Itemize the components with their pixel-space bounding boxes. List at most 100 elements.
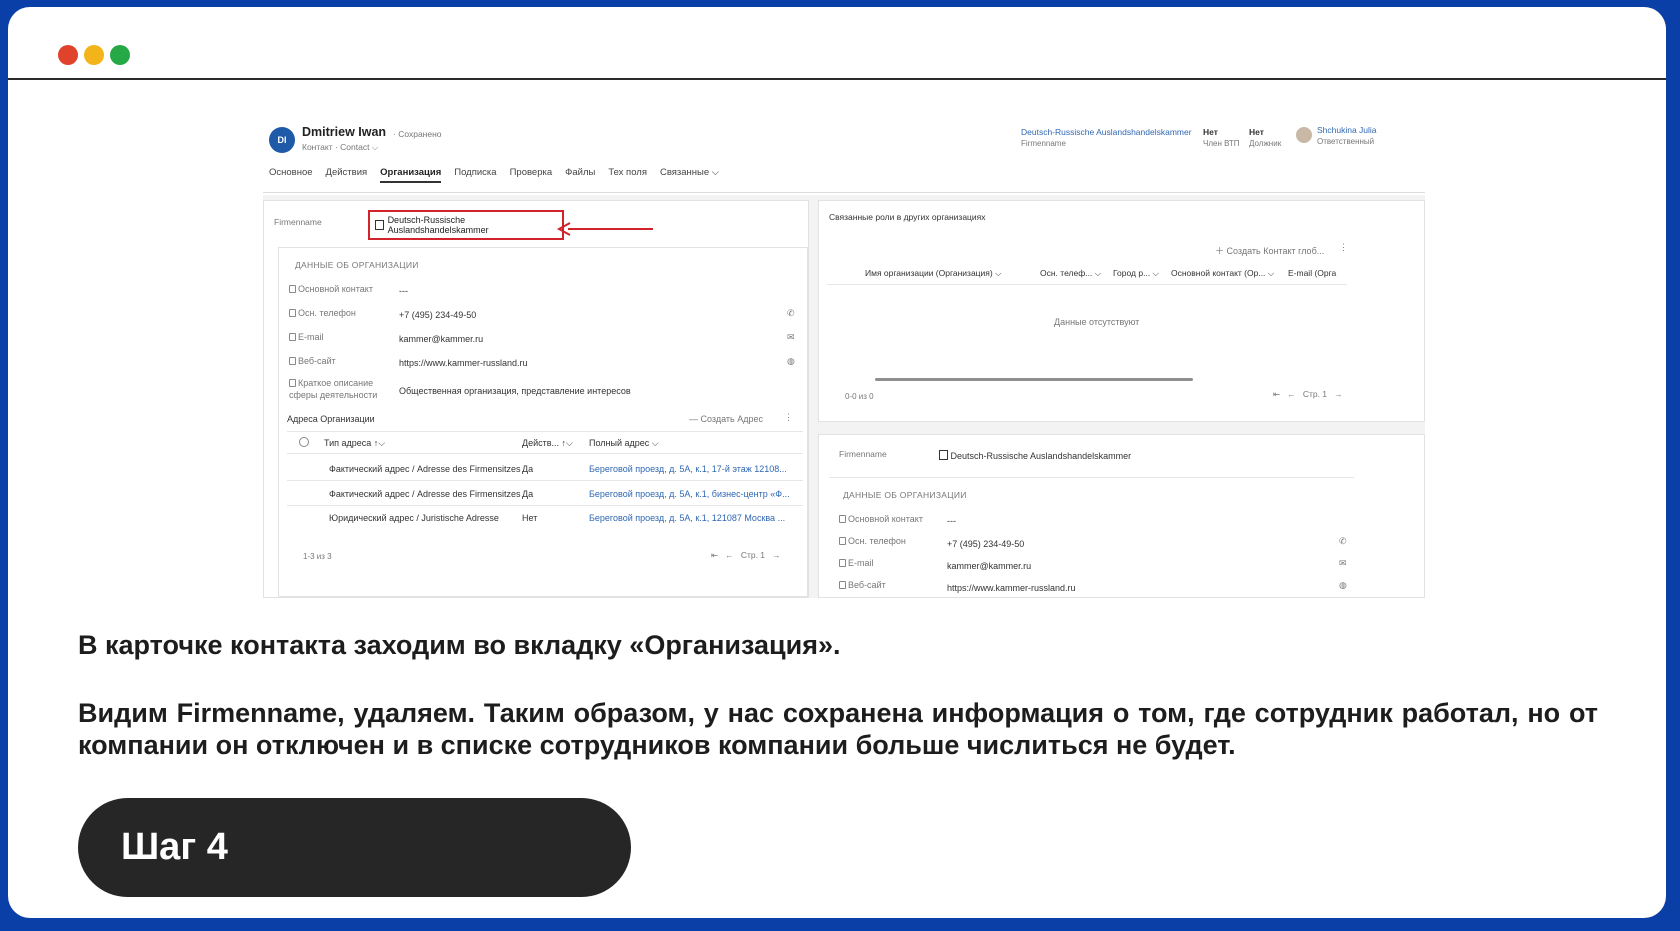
record-count: 0-0 из 0 (845, 392, 874, 401)
col-header-email[interactable]: E-mail (Орга (1288, 268, 1338, 278)
col-header-active[interactable]: Действ... ↑⌵ (522, 438, 573, 449)
row1-address[interactable]: Береговой проезд, д. 5А, к.1, 17-й этаж … (589, 464, 787, 474)
org-section-title: ДАННЫЕ ОБ ОРГАНИЗАЦИИ (843, 490, 967, 500)
pagination: ⇤ ← Стр. 1 → (711, 550, 781, 561)
lock-icon (289, 379, 296, 387)
divider (287, 453, 803, 454)
divider (827, 284, 1347, 285)
instruction-line-1: В карточке контакта заходим во вкладку «… (78, 630, 841, 660)
tab-main[interactable]: Основное (269, 167, 313, 183)
tab-tech-fields[interactable]: Тех поля (608, 167, 647, 183)
divider (287, 505, 803, 506)
tab-subscription[interactable]: Подписка (454, 167, 496, 183)
owner-name-link[interactable]: Shchukina Julia (1317, 125, 1377, 135)
create-address-button[interactable]: — Создать Адрес (689, 414, 763, 424)
tab-files[interactable]: Файлы (565, 167, 595, 183)
field-value-main-contact[interactable]: --- (947, 516, 956, 526)
field-value-phone[interactable]: +7 (495) 234-49-50 (399, 310, 476, 320)
divider (287, 431, 803, 432)
col-header-address[interactable]: Полный адрес ⌵ (589, 438, 659, 449)
prev-page-icon[interactable]: ← (725, 550, 734, 560)
next-page-icon[interactable]: → (1334, 389, 1343, 399)
firmenname-value: Deutsch-Russische Auslandshandelskammer (387, 215, 489, 235)
horizontal-scrollbar[interactable] (875, 378, 1193, 381)
mail-icon[interactable]: ✉ (1339, 558, 1347, 569)
tab-organization[interactable]: Организация (380, 167, 442, 183)
firmenname-lookup[interactable]: Deutsch-Russische Auslandshandelskammer (368, 210, 564, 240)
firmenname-label: Firmenname (839, 449, 887, 459)
member-label: Член ВТП (1203, 139, 1240, 148)
tab-actions[interactable]: Действия (326, 167, 368, 183)
field-label-email: E-mail (839, 558, 874, 568)
maximize-dot[interactable] (110, 45, 130, 65)
lock-icon (289, 309, 296, 317)
phone-icon[interactable]: ✆ (1339, 536, 1347, 547)
row2-address[interactable]: Береговой проезд, д. 5А, к.1, бизнес-цен… (589, 489, 790, 499)
field-label-website: Веб-сайт (289, 356, 336, 366)
field-value-website[interactable]: https://www.kammer-russland.ru (947, 583, 1076, 593)
close-dot[interactable] (58, 45, 78, 65)
more-icon[interactable]: ⋮ (1339, 242, 1348, 253)
field-label-main-contact: Основной контакт (839, 514, 923, 524)
field-value-description[interactable]: Общественная организация, представление … (399, 386, 631, 396)
entity-type[interactable]: Контакт · Contact ⌵ (302, 142, 378, 153)
window-controls (58, 45, 130, 65)
row3-type: Юридический адрес / Juristische Adresse (329, 513, 499, 523)
field-value-website[interactable]: https://www.kammer-russland.ru (399, 358, 528, 368)
member-value: Нет (1203, 127, 1218, 137)
lock-icon (289, 333, 296, 341)
owner-label: Ответственный (1317, 137, 1375, 146)
field-value-email[interactable]: kammer@kammer.ru (947, 561, 1031, 571)
col-header-main-contact[interactable]: Основной контакт (Ор... ⌵ (1171, 268, 1274, 279)
mail-icon[interactable]: ✉ (787, 332, 795, 343)
field-label-website: Веб-сайт (839, 580, 886, 590)
phone-icon[interactable]: ✆ (787, 308, 795, 319)
minimize-dot[interactable] (84, 45, 104, 65)
more-icon[interactable]: ⋮ (784, 412, 793, 423)
header-company-link[interactable]: Deutsch-Russische Auslandshandelskammer (1021, 127, 1192, 137)
create-contact-button[interactable]: ＋ Создать Контакт глоб... (1215, 244, 1324, 257)
row2-type: Фактический адрес / Adresse des Firmensi… (329, 489, 521, 499)
firmenname-lookup[interactable]: Deutsch-Russische Auslandshandelskammer (939, 450, 1131, 461)
red-arrow-annotation (556, 222, 653, 236)
avatar: DI (269, 127, 295, 153)
col-header-org-name[interactable]: Имя организации (Организация) ⌵ (865, 268, 1002, 279)
owner-avatar (1296, 127, 1312, 143)
related-roles-panel: Связанные роли в других организациях ＋ С… (818, 200, 1425, 422)
tab-check[interactable]: Проверка (510, 167, 553, 183)
col-header-phone[interactable]: Осн. телеф... ⌵ (1040, 268, 1101, 279)
field-value-main-contact[interactable]: --- (399, 286, 408, 296)
field-value-phone[interactable]: +7 (495) 234-49-50 (947, 539, 1024, 549)
lock-icon (289, 285, 296, 293)
field-label-main-contact: Основной контакт (289, 284, 373, 294)
globe-icon[interactable]: ◍ (1339, 580, 1347, 591)
right-org-panel: Firmenname Deutsch-Russische Auslandshan… (818, 434, 1425, 598)
divider (287, 480, 803, 481)
pagination: ⇤ ← Стр. 1 → (1273, 389, 1343, 400)
divider (829, 477, 1354, 478)
tab-bar: Основное Действия Организация Подписка П… (269, 167, 719, 183)
field-value-email[interactable]: kammer@kammer.ru (399, 334, 483, 344)
tab-related[interactable]: Связанные ⌵ (660, 167, 719, 183)
select-all-radio[interactable] (299, 437, 309, 447)
saved-status: · Сохранено (393, 129, 442, 139)
debtor-label: Должник (1249, 139, 1282, 148)
row1-type: Фактический адрес / Adresse des Firmensi… (329, 464, 521, 474)
col-header-city[interactable]: Город р... ⌵ (1113, 268, 1159, 279)
firmenname-label: Firmenname (274, 217, 322, 227)
slide-frame: DI Dmitriew Iwan · Сохранено Контакт · C… (8, 7, 1666, 918)
contact-name: Dmitriew Iwan (302, 125, 387, 139)
col-header-type[interactable]: Тип адреса ↑⌵ (324, 438, 385, 449)
prev-page-icon[interactable]: ← (1287, 389, 1296, 399)
instruction-paragraph: Видим Firmenname, удаляем. Таким образом… (78, 698, 1598, 760)
lock-icon (839, 537, 846, 545)
header-divider (8, 78, 1666, 80)
row1-active: Да (522, 464, 534, 474)
globe-icon[interactable]: ◍ (787, 356, 795, 367)
first-page-icon[interactable]: ⇤ (1273, 389, 1280, 399)
record-count: 1-3 из 3 (303, 552, 332, 561)
row3-address[interactable]: Береговой проезд, д. 5А, к.1, 121087 Мос… (589, 513, 785, 523)
first-page-icon[interactable]: ⇤ (711, 550, 718, 560)
left-panel: Firmenname Deutsch-Russische Auslandshan… (263, 200, 809, 598)
next-page-icon[interactable]: → (772, 550, 781, 560)
